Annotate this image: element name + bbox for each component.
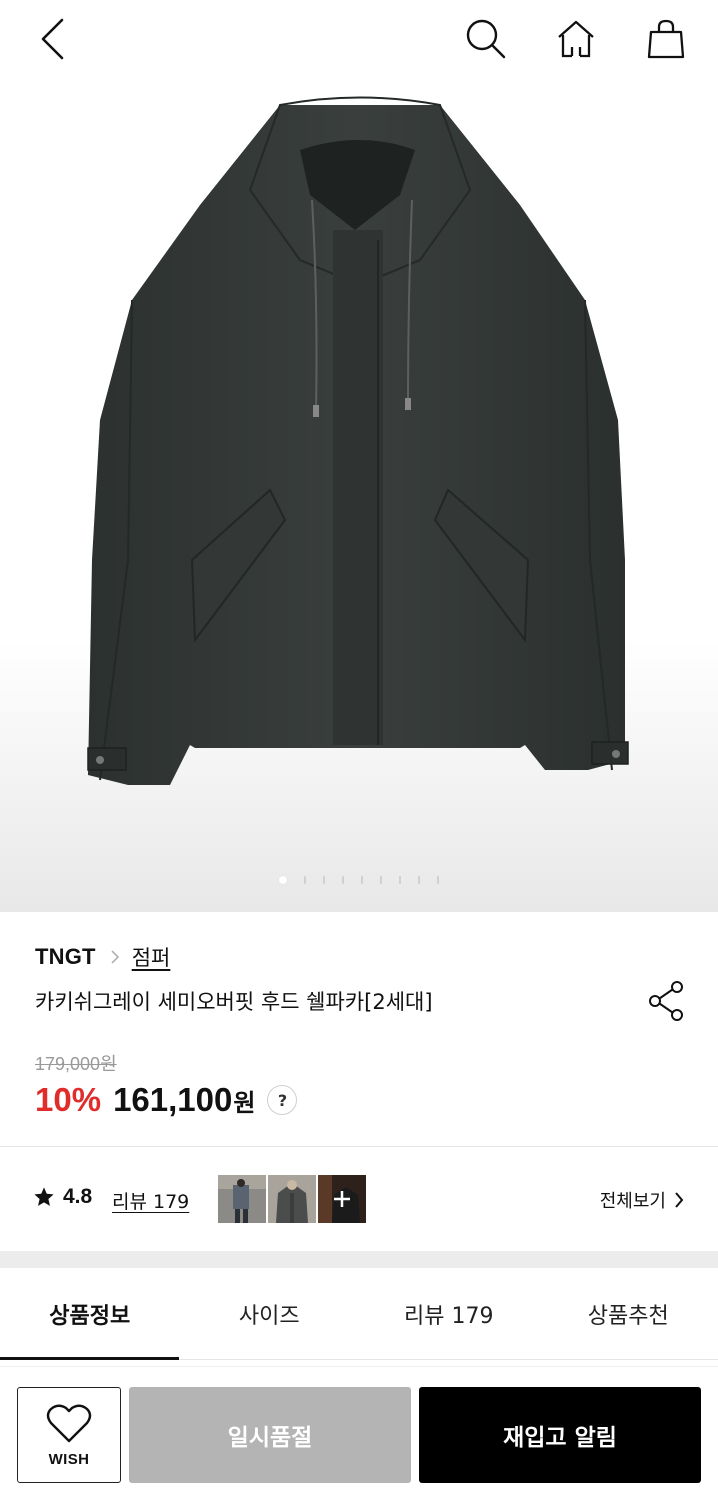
breadcrumb: TNGT 점퍼: [35, 942, 170, 972]
tab-reviews[interactable]: 리뷰 179: [359, 1268, 539, 1360]
product-tabs: 상품정보 사이즈 리뷰 179 상품추천: [0, 1268, 718, 1360]
heart-icon: [46, 1404, 92, 1442]
review-photo-thumb-more[interactable]: [318, 1175, 366, 1223]
chevron-left-icon: [41, 18, 64, 60]
review-summary: 4.8 리뷰 179 전체보기: [0, 1147, 718, 1251]
section-separator: [0, 1251, 718, 1268]
cart-button[interactable]: [641, 14, 691, 64]
search-icon: [466, 19, 506, 59]
original-price: 179,000원: [35, 1054, 117, 1074]
pagination-dot: [380, 876, 382, 884]
product-image-gallery[interactable]: [0, 0, 718, 912]
pagination-dot: [323, 876, 325, 884]
gallery-pagination: [0, 876, 718, 886]
wish-label: WISH: [48, 1450, 90, 1468]
pagination-dot: [437, 876, 439, 884]
review-photo-thumb[interactable]: [218, 1175, 266, 1223]
see-all-label: 전체보기: [599, 1191, 666, 1212]
wish-button[interactable]: WISH: [17, 1387, 121, 1483]
bottom-action-bar: WISH 일시품절 재입고 알림: [0, 1366, 718, 1500]
review-count-link[interactable]: 리뷰 179: [112, 1187, 189, 1214]
rating: 4.8: [33, 1185, 92, 1209]
restock-alert-button[interactable]: 재입고 알림: [419, 1387, 701, 1483]
home-icon: [558, 20, 594, 58]
active-tab-indicator: [0, 1357, 179, 1360]
sale-price: 161,100: [113, 1081, 233, 1118]
product-info: TNGT 점퍼 카키쉬그레이 세미오버핏 후드 쉘파카[2세대] 179,000…: [0, 912, 718, 1146]
chevron-right-icon: [675, 1192, 684, 1208]
chevron-right-icon: [111, 950, 119, 964]
brand-link[interactable]: TNGT: [35, 944, 96, 970]
tab-product-info[interactable]: 상품정보: [0, 1268, 180, 1360]
search-button[interactable]: [461, 14, 511, 64]
tab-recommend[interactable]: 상품추천: [539, 1268, 718, 1360]
shopping-bag-icon: [647, 19, 685, 59]
see-all-reviews-button[interactable]: 전체보기: [600, 1187, 684, 1213]
price-row: 10% 161,100 원 ?: [35, 1080, 298, 1120]
pagination-dot-active: [279, 876, 287, 884]
star-icon: [34, 1187, 54, 1206]
price-help-button[interactable]: ?: [267, 1085, 298, 1115]
product-image: [87, 96, 629, 785]
share-icon: [649, 981, 683, 1021]
discount-rate: 10%: [35, 1081, 102, 1118]
share-button[interactable]: [644, 978, 690, 1024]
top-header: [0, 0, 718, 80]
pagination-dot: [418, 876, 420, 884]
rating-value: 4.8: [63, 1185, 93, 1208]
pagination-dot: [304, 876, 306, 884]
pagination-dot: [361, 876, 363, 884]
soldout-button: 일시품절: [129, 1387, 411, 1483]
review-photo-thumbnails: [218, 1175, 366, 1223]
pagination-dot: [399, 876, 401, 884]
pagination-dot: [342, 876, 344, 884]
tab-size[interactable]: 사이즈: [180, 1268, 360, 1360]
back-button[interactable]: [27, 14, 77, 64]
home-button[interactable]: [551, 14, 601, 64]
product-title: 카키쉬그레이 세미오버핏 후드 쉘파카[2세대]: [35, 990, 433, 1014]
category-link[interactable]: 점퍼: [132, 942, 171, 972]
currency-unit: 원: [233, 1088, 256, 1117]
review-photo-thumb[interactable]: [268, 1175, 316, 1223]
